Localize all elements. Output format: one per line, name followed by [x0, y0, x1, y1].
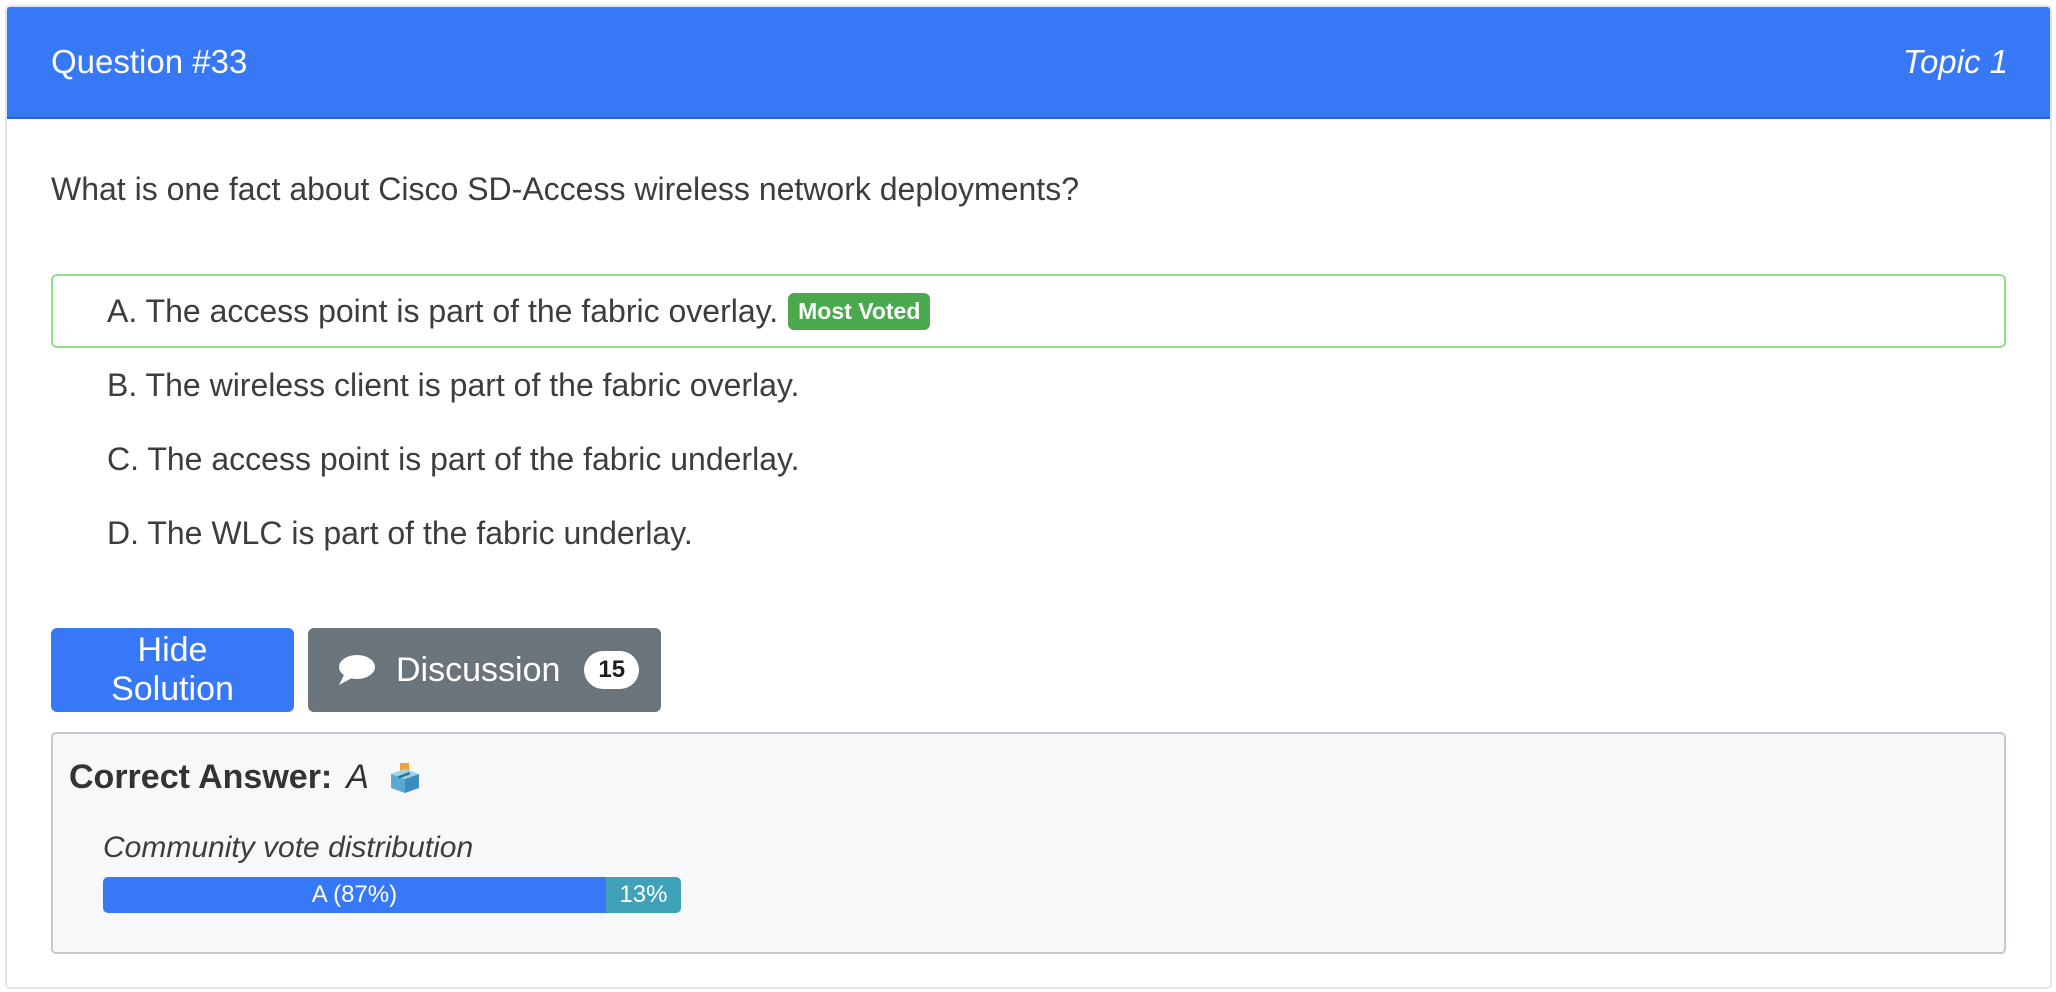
topic-label: Topic 1	[1902, 43, 2008, 80]
solution-panel: Correct Answer: A Community vote distrib…	[51, 732, 2006, 954]
vote-distribution: Community vote distribution A (87%) 13%	[103, 831, 1988, 913]
correct-answer-label: Correct Answer:	[69, 758, 333, 796]
question-header: Question #33 Topic 1	[7, 7, 2050, 119]
choice-d[interactable]: D. The WLC is part of the fabric underla…	[51, 496, 2006, 570]
choice-label: D. The WLC is part of the fabric underla…	[107, 514, 693, 551]
choice-label: A. The access point is part of the fabri…	[107, 292, 779, 329]
discussion-count-badge: 15	[584, 651, 640, 689]
correct-answer: Correct Answer: A	[69, 758, 1988, 797]
correct-answer-value: A	[346, 758, 369, 796]
comment-icon	[336, 653, 376, 687]
choice-label: B. The wireless client is part of the fa…	[107, 366, 800, 403]
vote-distribution-title: Community vote distribution	[103, 831, 474, 864]
choice-a[interactable]: A. The access point is part of the fabri…	[51, 274, 2006, 348]
action-buttons: Hide Solution Discussion 15	[51, 628, 2006, 712]
question-number: Question #33	[51, 43, 248, 80]
vote-segment-a: A (87%)	[103, 877, 606, 913]
question-body: What is one fact about Cisco SD-Access w…	[7, 171, 2050, 954]
choice-b[interactable]: B. The wireless client is part of the fa…	[51, 348, 2006, 422]
vote-bar: A (87%) 13%	[103, 877, 681, 913]
most-voted-badge: Most Voted	[788, 292, 931, 330]
vote-segment-other: 13%	[605, 877, 681, 913]
ballot-box-icon	[387, 760, 423, 796]
choices-list: A. The access point is part of the fabri…	[51, 274, 2006, 570]
hide-solution-button[interactable]: Hide Solution	[51, 628, 294, 712]
choice-label: C. The access point is part of the fabri…	[107, 440, 800, 477]
discussion-label: Discussion	[396, 650, 561, 689]
question-text: What is one fact about Cisco SD-Access w…	[51, 171, 1079, 207]
discussion-button[interactable]: Discussion 15	[308, 628, 661, 712]
choice-c[interactable]: C. The access point is part of the fabri…	[51, 422, 2006, 496]
question-card: Question #33 Topic 1 What is one fact ab…	[5, 5, 2052, 989]
